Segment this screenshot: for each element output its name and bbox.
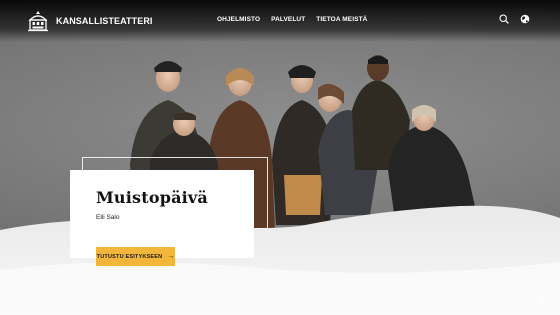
production-author: Elli Salo bbox=[96, 214, 120, 221]
theater-building-icon bbox=[28, 11, 48, 32]
scroll-down-button[interactable] bbox=[536, 291, 548, 303]
logo-text: KANSALLISTEATTERI bbox=[56, 16, 153, 26]
site-header: KANSALLISTEATTERI OHJELMISTO PALVELUT TI… bbox=[0, 0, 560, 42]
site-logo[interactable]: KANSALLISTEATTERI bbox=[26, 7, 153, 35]
nav-item-tietoa-meista[interactable]: TIETOA MEISTÄ bbox=[316, 16, 367, 23]
language-button[interactable] bbox=[518, 12, 532, 26]
globe-icon bbox=[520, 14, 530, 24]
hero-section bbox=[0, 0, 560, 315]
cta-label: TUTUSTU ESITYKSEEN bbox=[96, 253, 163, 260]
arrow-right-icon: → bbox=[167, 253, 175, 260]
hero-photo bbox=[0, 55, 560, 315]
main-nav: OHJELMISTO PALVELUT TIETOA MEISTÄ bbox=[217, 16, 367, 23]
arrow-down-icon bbox=[538, 293, 546, 302]
search-button[interactable] bbox=[497, 12, 511, 26]
nav-item-palvelut[interactable]: PALVELUT bbox=[271, 16, 305, 23]
production-card: Muistopäivä Elli Salo bbox=[70, 170, 254, 258]
nav-item-ohjelmisto[interactable]: OHJELMISTO bbox=[217, 16, 260, 23]
explore-production-button[interactable]: TUTUSTU ESITYKSEEN → bbox=[96, 247, 175, 266]
production-title: Muistopäivä bbox=[96, 188, 208, 207]
search-icon bbox=[499, 14, 509, 24]
